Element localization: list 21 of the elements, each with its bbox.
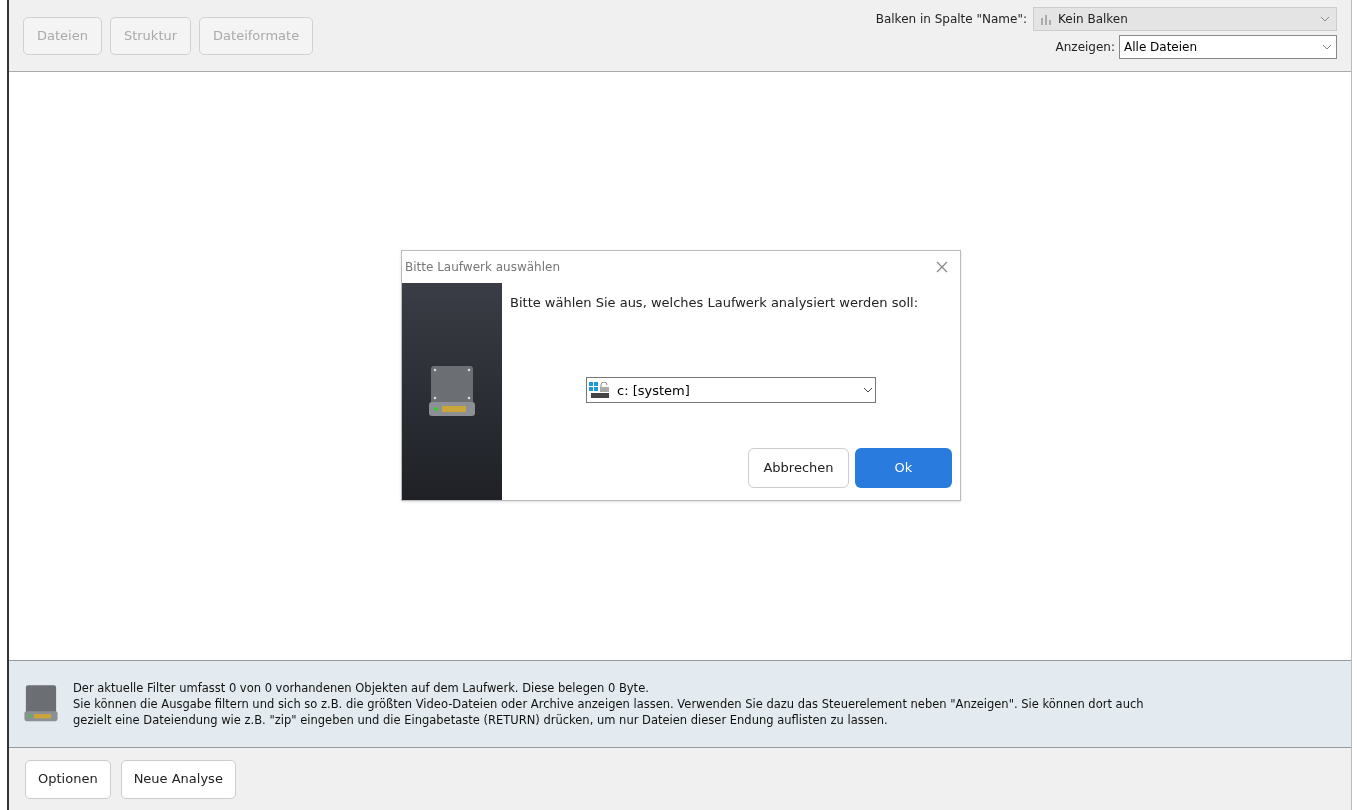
- info-text: Sie können die Ausgabe filtern und sich so z.B. die größten Video-Dateien oder Archive anzeigen lassen. Verwenden Sie dazu das Steuerelement neben "Anzeigen". Sie können dort auch: [73, 696, 1144, 712]
- hard-drive-icon: [427, 365, 477, 418]
- info-text: Der aktuelle Filter umfasst 0 von 0 vorhandenen Objekten auf dem Laufwerk. Diese belegen 0 Byte.: [73, 680, 650, 696]
- show-filter-dropdown[interactable]: Alle Dateien: [1119, 35, 1337, 59]
- drive-icon: [589, 382, 611, 399]
- footer-button[interactable]: Neue Analyse: [120, 759, 236, 799]
- drive-dropdown[interactable]: c: [system]: [586, 377, 876, 404]
- chevron-icon: [863, 387, 873, 394]
- ok-button[interactable]: Ok: [855, 448, 952, 488]
- info-text: gezielt eine Dateiendung wie z.B. "zip" eingeben und die Eingabetaste (RETURN) drücken, um nur Dateien dieser Endung auflisten zu lassen.: [73, 712, 889, 728]
- chevron-icon: [1320, 16, 1330, 22]
- dialog-prompt: Bitte wählen Sie aus, welches Laufwerk analysiert werden soll:: [510, 294, 919, 312]
- cancel-button[interactable]: Abbrechen: [748, 448, 849, 488]
- footer-button[interactable]: Optionen: [25, 759, 111, 799]
- hard-drive-icon: [23, 685, 59, 723]
- show-label: Anzeigen:: [1055, 39, 1115, 56]
- bar-chart-icon: [1040, 13, 1052, 25]
- close-icon[interactable]: [936, 261, 948, 273]
- dialog-title: Bitte Laufwerk auswählen: [405, 259, 561, 276]
- chevron-icon: [1322, 44, 1332, 50]
- bars-label: Balken in Spalte "Name":: [875, 11, 1027, 28]
